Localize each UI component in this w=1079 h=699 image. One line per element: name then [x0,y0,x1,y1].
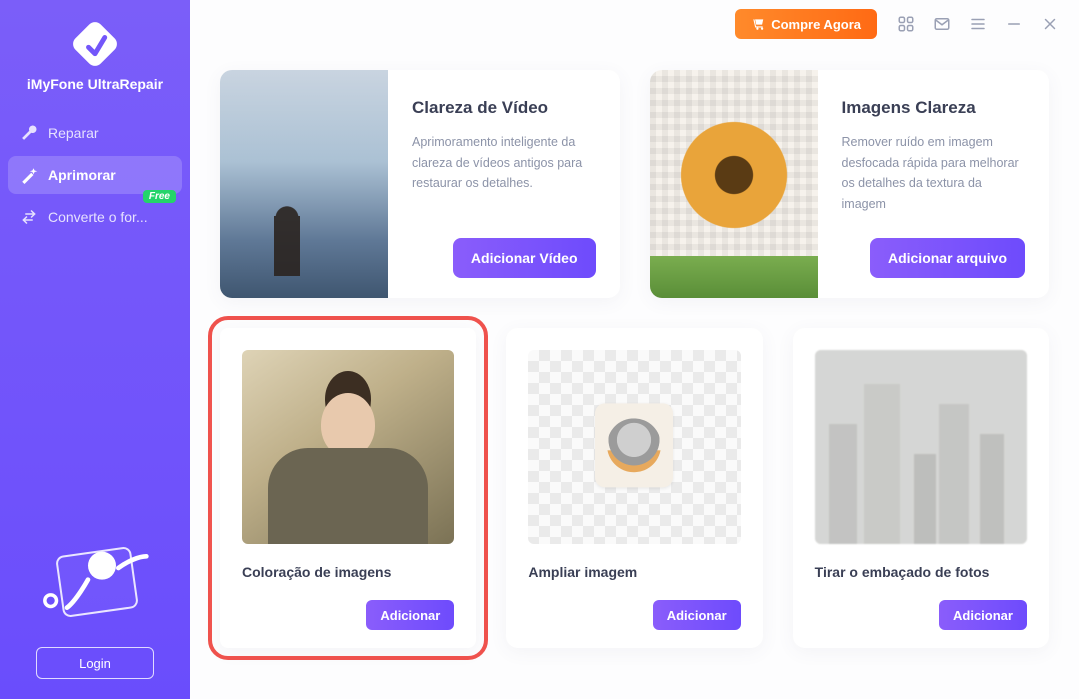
free-badge: Free [143,190,176,203]
card-thumbnail [650,70,818,298]
sidebar-nav: Reparar Aprimorar Converte o for... Free [0,114,190,236]
app-name: iMyFone UltraRepair [0,76,190,92]
sidebar-footer: Login [0,533,190,679]
card-title: Ampliar imagem [528,564,740,580]
grid-icon[interactable] [897,15,915,33]
add-video-button[interactable]: Adicionar Vídeo [453,238,596,278]
logo-block: iMyFone UltraRepair [0,18,190,92]
sidebar-item-converter[interactable]: Converte o for... Free [8,198,182,236]
card-imagens-clareza: Imagens Clareza Remover ruído em imagem … [650,70,1050,298]
buy-now-label: Compre Agora [771,17,861,32]
add-button[interactable]: Adicionar [939,600,1027,630]
window-controls [897,15,1059,33]
card-title: Imagens Clareza [842,98,1026,118]
person-icon [25,533,165,638]
close-icon[interactable] [1041,15,1059,33]
sidebar: iMyFone UltraRepair Reparar Aprimorar Co… [0,0,190,699]
card-description: Aprimoramento inteligente da clareza de … [412,132,596,238]
content: Clareza de Vídeo Aprimoramento inteligen… [190,48,1079,699]
minimize-icon[interactable] [1005,15,1023,33]
sidebar-item-reparar[interactable]: Reparar [8,114,182,152]
card-coloracao-imagens: Coloração de imagens Adicionar [220,328,476,648]
login-button[interactable]: Login [36,647,154,679]
card-thumbnail [242,350,454,544]
top-card-row: Clareza de Vídeo Aprimoramento inteligen… [220,70,1049,298]
sidebar-item-label: Aprimorar [48,167,116,183]
wrench-icon [20,124,38,142]
card-ampliar-imagem: Ampliar imagem Adicionar [506,328,762,648]
topbar: Compre Agora [190,0,1079,48]
app-logo-icon [69,18,121,70]
add-button[interactable]: Adicionar [366,600,454,630]
card-title: Coloração de imagens [242,564,454,580]
card-tirar-embacado: Tirar o embaçado de fotos Adicionar [793,328,1049,648]
promo-illustration [25,533,165,633]
cart-icon [751,17,765,31]
card-clareza-video: Clareza de Vídeo Aprimoramento inteligen… [220,70,620,298]
card-description: Remover ruído em imagem desfocada rápida… [842,132,1026,238]
add-file-button[interactable]: Adicionar arquivo [870,238,1025,278]
mail-icon[interactable] [933,15,951,33]
bottom-card-row: Coloração de imagens Adicionar Ampliar i… [220,328,1049,648]
sidebar-item-label: Reparar [48,125,99,141]
sidebar-item-label: Converte o for... [48,209,148,225]
wand-icon [20,166,38,184]
menu-icon[interactable] [969,15,987,33]
add-button[interactable]: Adicionar [653,600,741,630]
card-title: Clareza de Vídeo [412,98,596,118]
card-thumbnail [815,350,1027,544]
card-thumbnail [528,350,740,544]
main-area: Compre Agora Clareza de Vídeo Aprimorame… [190,0,1079,699]
convert-icon [20,208,38,226]
sidebar-item-aprimorar[interactable]: Aprimorar [8,156,182,194]
card-thumbnail [220,70,388,298]
card-title: Tirar o embaçado de fotos [815,564,1027,580]
buy-now-button[interactable]: Compre Agora [735,9,877,39]
